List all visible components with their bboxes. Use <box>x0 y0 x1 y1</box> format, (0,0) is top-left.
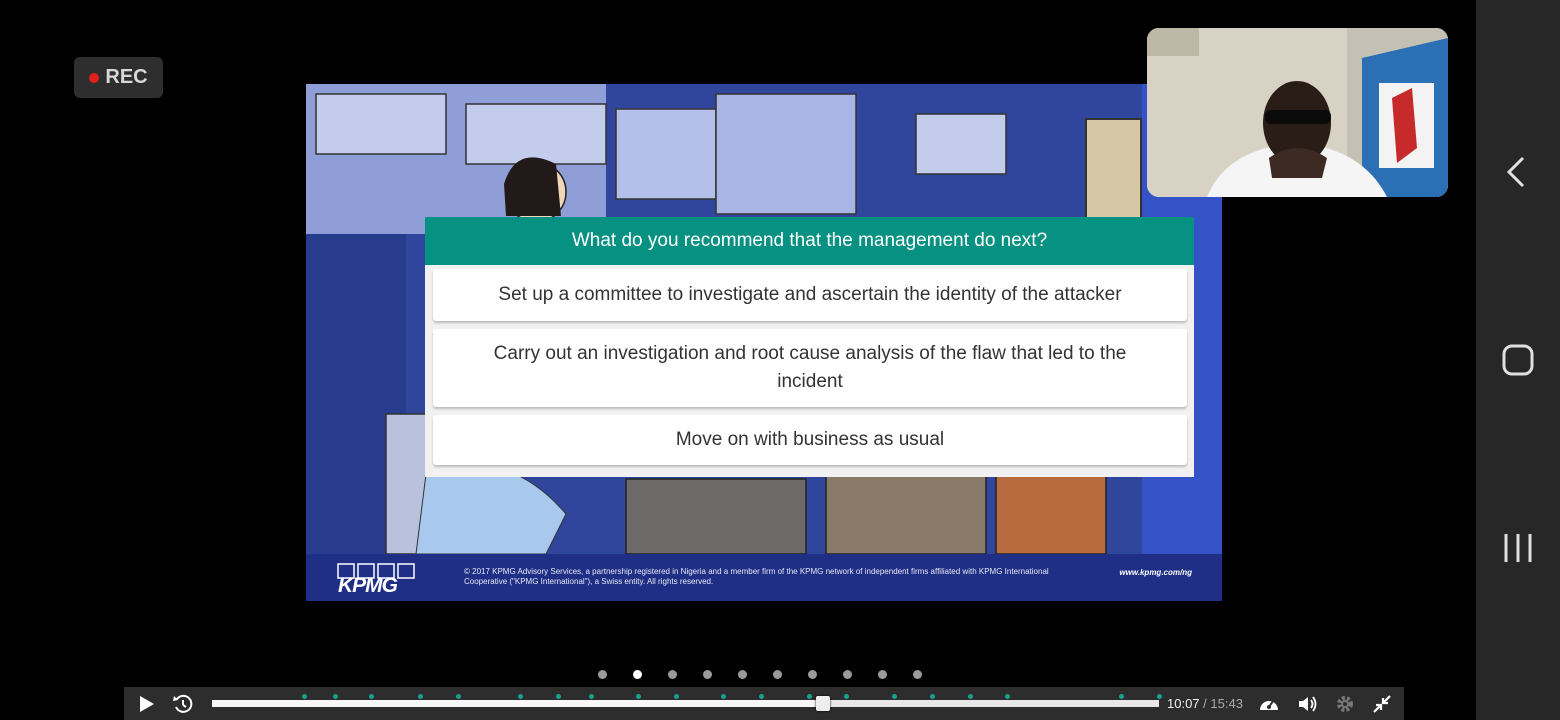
chapter-marker[interactable] <box>1157 694 1162 699</box>
footer-copyright: © 2017 KPMG Advisory Services, a partner… <box>464 567 1049 586</box>
rec-badge: REC <box>74 57 163 98</box>
play-icon[interactable] <box>135 693 157 715</box>
pagination-dot[interactable] <box>913 670 922 679</box>
progress-bar[interactable] <box>212 694 1162 711</box>
progress-handle[interactable] <box>815 696 830 711</box>
chapter-marker[interactable] <box>369 694 375 699</box>
pagination-dot[interactable] <box>808 670 817 679</box>
volume-icon[interactable] <box>1296 693 1318 715</box>
total-time: 15:43 <box>1210 696 1243 711</box>
recents-icon[interactable] <box>1498 528 1538 568</box>
gear-icon[interactable] <box>1334 693 1356 715</box>
pagination-dot[interactable] <box>668 670 677 679</box>
android-navigation-bar <box>1476 0 1560 720</box>
pagination-dot[interactable] <box>598 670 607 679</box>
pagination-dot[interactable] <box>633 670 642 679</box>
chapter-marker[interactable] <box>1119 694 1125 699</box>
chapter-marker[interactable] <box>674 694 680 699</box>
quiz-option-3[interactable]: Move on with business as usual <box>433 415 1187 465</box>
quiz-option-2[interactable]: Carry out an investigation and root caus… <box>433 329 1187 407</box>
chapter-marker[interactable] <box>891 694 897 699</box>
rec-label: REC <box>105 66 148 88</box>
webcam-video[interactable] <box>1147 28 1448 197</box>
pagination-dot[interactable] <box>878 670 887 679</box>
chapter-marker[interactable] <box>929 694 935 699</box>
chapter-marker[interactable] <box>456 694 462 699</box>
chapter-marker[interactable] <box>967 694 973 699</box>
pagination-dot[interactable] <box>773 670 782 679</box>
footer-url[interactable]: www.kpmg.com/ng <box>1119 568 1192 577</box>
current-time: 10:07 <box>1167 696 1200 711</box>
pagination-dot[interactable] <box>843 670 852 679</box>
back-icon[interactable] <box>1498 152 1538 192</box>
quiz-option-1[interactable]: Set up a committee to investigate and as… <box>433 269 1187 321</box>
speed-gauge-icon[interactable] <box>1258 693 1280 715</box>
webcam-feed-image <box>1147 28 1448 197</box>
chapter-marker[interactable] <box>636 694 642 699</box>
recording-dot-icon <box>89 72 100 83</box>
chapter-marker[interactable] <box>588 694 594 699</box>
video-controls: 10:07 / 15:43 <box>124 687 1404 720</box>
chapter-marker[interactable] <box>721 694 727 699</box>
pagination-dot[interactable] <box>703 670 712 679</box>
chapter-marker[interactable] <box>759 694 765 699</box>
replay-10-icon[interactable] <box>172 693 194 715</box>
pagination-dot[interactable] <box>738 670 747 679</box>
chapter-marker[interactable] <box>517 694 523 699</box>
slide-pagination <box>598 670 948 682</box>
chapter-marker[interactable] <box>418 694 424 699</box>
kpmg-logo-text: KPMG <box>338 574 398 597</box>
chapter-marker[interactable] <box>806 694 812 699</box>
exit-fullscreen-icon[interactable] <box>1371 693 1393 715</box>
progress-fill <box>212 700 823 707</box>
quiz-question: What do you recommend that the managemen… <box>425 217 1194 265</box>
chapter-marker[interactable] <box>555 694 561 699</box>
chapter-marker[interactable] <box>301 694 307 699</box>
quiz-panel: What do you recommend that the managemen… <box>425 217 1194 477</box>
slide-footer: KPMG © 2017 KPMG Advisory Services, a pa… <box>306 554 1222 601</box>
time-separator: / <box>1199 696 1211 711</box>
chapter-marker[interactable] <box>333 694 339 699</box>
chapter-marker[interactable] <box>844 694 850 699</box>
home-icon[interactable] <box>1498 340 1538 380</box>
time-display: 10:07 / 15:43 <box>1167 696 1243 711</box>
chapter-marker[interactable] <box>1005 694 1011 699</box>
